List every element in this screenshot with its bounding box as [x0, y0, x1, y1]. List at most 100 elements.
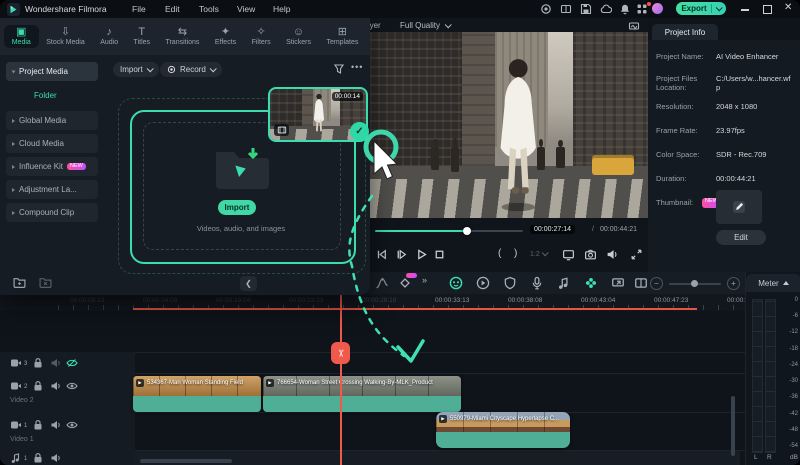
- clip-title: 534367-Man Woman Standing Field: [147, 380, 243, 386]
- layout-icon[interactable]: [560, 3, 572, 15]
- templates-icon: ⊞: [338, 27, 347, 38]
- track-mute-icon[interactable]: [50, 357, 62, 369]
- speed-ramping-icon[interactable]: [476, 276, 490, 290]
- more-options-icon[interactable]: •••: [351, 62, 363, 72]
- media-icon: ▣: [16, 27, 26, 38]
- split-view-icon[interactable]: [634, 276, 648, 290]
- seek-handle[interactable]: [463, 227, 471, 235]
- preview-seek-bar[interactable]: [375, 230, 523, 232]
- audio-note-icon[interactable]: [557, 276, 571, 290]
- new-folder-icon[interactable]: [12, 276, 27, 289]
- timeline-clip[interactable]: ▶534367-Man Woman Standing Field: [133, 376, 261, 412]
- shield-icon[interactable]: [503, 276, 517, 290]
- ai-copilot-icon[interactable]: [449, 276, 463, 290]
- ai-tools-icon[interactable]: [584, 276, 598, 290]
- preview-quality-dropdown[interactable]: Full Quality: [400, 21, 450, 30]
- collapse-panel-button[interactable]: ❮: [240, 276, 257, 291]
- cloud-icon[interactable]: [600, 3, 612, 15]
- minimize-button[interactable]: [741, 9, 749, 11]
- track-header-audio1[interactable]: 1: [0, 450, 135, 465]
- zoom-slider-handle[interactable]: [691, 280, 698, 287]
- sidebar-item-adjustment-layer[interactable]: Adjustment La...: [6, 180, 98, 199]
- timeline-clip[interactable]: ▶550979-Miami Cityscape Hyperlapse C...: [436, 412, 570, 448]
- tab-effects[interactable]: ✦Effects: [207, 25, 244, 48]
- track-visible-eye-icon[interactable]: [66, 380, 78, 392]
- tab-transitions[interactable]: ⇆Transitions: [158, 25, 207, 48]
- zoom-in-button[interactable]: +: [727, 277, 740, 290]
- track-header-video1[interactable]: 1 Video 1: [0, 412, 135, 450]
- tab-media[interactable]: ▣Media: [4, 25, 39, 48]
- sidebar-item-cloud-media[interactable]: Cloud Media: [6, 134, 98, 153]
- stop-button[interactable]: [433, 248, 446, 261]
- record-dropdown-button[interactable]: Record: [160, 62, 222, 77]
- previous-frame-button[interactable]: [375, 248, 388, 261]
- mark-in-button[interactable]: (: [498, 248, 501, 259]
- speaker-icon[interactable]: [606, 248, 619, 261]
- menu-view[interactable]: View: [237, 4, 255, 14]
- track-lock-icon[interactable]: [32, 380, 44, 392]
- mark-out-button[interactable]: ): [514, 248, 517, 259]
- screen-share-icon[interactable]: [611, 276, 625, 290]
- play-button[interactable]: [415, 248, 428, 261]
- maximize-button[interactable]: [763, 5, 772, 14]
- dropzone-import-button[interactable]: Import: [218, 200, 256, 215]
- menu-file[interactable]: File: [132, 4, 146, 14]
- user-avatar[interactable]: [652, 3, 663, 14]
- tab-templates[interactable]: ⊞Templates: [319, 25, 366, 48]
- menu-edit[interactable]: Edit: [165, 4, 180, 14]
- sidebar-item-compound-clip[interactable]: Compound Clip: [6, 203, 98, 222]
- track-visible-eye-icon[interactable]: [66, 419, 78, 431]
- menu-help[interactable]: Help: [273, 4, 290, 14]
- sidebar-item-folder[interactable]: Folder: [34, 91, 57, 100]
- filter-funnel-icon[interactable]: [333, 63, 345, 75]
- zoom-slider[interactable]: [669, 283, 721, 285]
- sidebar-item-global-media[interactable]: Global Media: [6, 111, 98, 130]
- video-scopes-icon[interactable]: [628, 20, 640, 32]
- sidebar-item-project-media[interactable]: Project Media: [6, 62, 98, 81]
- meter-header[interactable]: Meter: [746, 274, 800, 292]
- tab-audio[interactable]: ♪Audio: [92, 25, 125, 48]
- tab-stickers[interactable]: ☺Stickers: [278, 25, 318, 48]
- video-preview-frame[interactable]: [370, 32, 648, 218]
- track-header-video2[interactable]: 2 Video 2: [0, 373, 135, 412]
- keyframe-icon[interactable]: [398, 276, 412, 290]
- more-tools-chevrons-icon[interactable]: »: [422, 275, 427, 285]
- tab-titles[interactable]: TTitles: [126, 25, 158, 48]
- track-header-video3[interactable]: 3: [0, 352, 135, 373]
- thumbnail-preview-box[interactable]: [716, 190, 762, 224]
- track-volume-icon[interactable]: [50, 452, 62, 464]
- timeline-clip[interactable]: ▶766654-Woman Street Crossing Walking-By…: [263, 376, 461, 412]
- horizontal-scrollbar[interactable]: [140, 459, 232, 463]
- display-mode-icon[interactable]: [562, 248, 575, 261]
- notifications-bell-icon[interactable]: [619, 3, 631, 15]
- track-lock-icon[interactable]: [32, 419, 44, 431]
- playhead-scissors-icon[interactable]: ✂: [331, 342, 350, 364]
- close-button[interactable]: ✕: [784, 2, 792, 13]
- vertical-scrollbar[interactable]: [731, 396, 735, 456]
- tab-project-info[interactable]: Project Info: [652, 24, 718, 40]
- track-volume-icon[interactable]: [50, 419, 62, 431]
- fullscreen-icon[interactable]: [630, 248, 643, 261]
- field-duration: Duration:00:00:44:21: [656, 174, 794, 183]
- edit-thumbnail-button[interactable]: Edit: [716, 230, 766, 245]
- export-button[interactable]: Export: [676, 2, 726, 15]
- snapshot-camera-icon[interactable]: [584, 248, 597, 261]
- screen-record-icon[interactable]: [540, 3, 552, 15]
- tab-filters[interactable]: ✧Filters: [244, 25, 279, 48]
- keyframe-curve-icon[interactable]: [375, 276, 389, 290]
- menu-tools[interactable]: Tools: [199, 4, 219, 14]
- save-icon[interactable]: [580, 3, 592, 15]
- sidebar-item-influence-kit[interactable]: Influence Kit NEW: [6, 157, 98, 176]
- track-volume-icon[interactable]: [50, 380, 62, 392]
- zoom-out-button[interactable]: −: [650, 277, 663, 290]
- track-hidden-eye-icon[interactable]: [66, 357, 78, 369]
- tab-stock-media[interactable]: ⇩Stock Media: [39, 25, 93, 48]
- voiceover-mic-icon[interactable]: [530, 276, 544, 290]
- import-dropdown-button[interactable]: Import: [113, 62, 159, 77]
- track-lock-icon[interactable]: [32, 452, 44, 464]
- track-lock-icon[interactable]: [32, 357, 44, 369]
- delete-folder-icon[interactable]: [38, 276, 53, 289]
- next-frame-button[interactable]: [395, 248, 408, 261]
- playhead[interactable]: [340, 294, 342, 465]
- preview-zoom-ratio[interactable]: 1:2: [530, 251, 547, 258]
